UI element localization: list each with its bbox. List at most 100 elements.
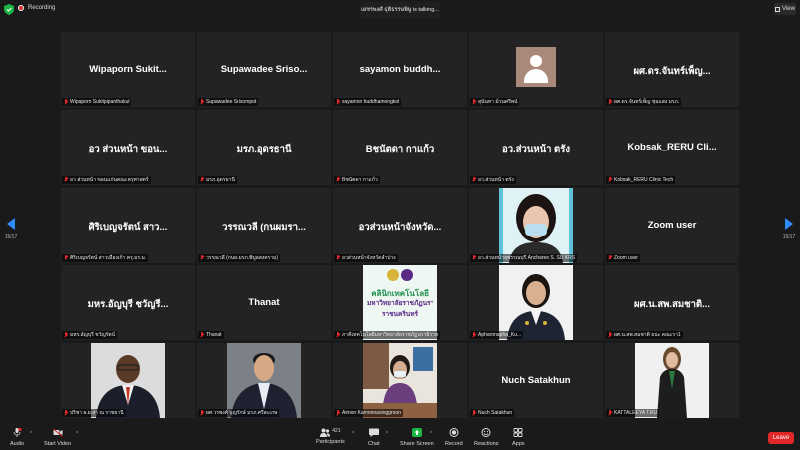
chat-bubble-icon	[368, 428, 379, 437]
participant-name-label: Wipaporn Sukitpipanthakul	[62, 98, 132, 106]
participants-options-caret-icon[interactable]: ^	[352, 431, 354, 437]
mic-muted-icon	[336, 99, 340, 105]
mic-muted-icon	[336, 410, 340, 416]
participant-tile[interactable]: Apharnnapha_Ku...	[469, 265, 603, 341]
mic-muted-icon	[64, 176, 68, 183]
participant-tile[interactable]: ศิริเบญจรัตน์ สาว... ศิริเบญจรัตน์ สาวเมื…	[61, 187, 195, 263]
mic-muted-icon	[608, 410, 612, 416]
participant-display-name: มหร.อัญบุรี ชวัญรี...	[87, 299, 169, 311]
participant-name-label: Thanat	[198, 331, 224, 340]
participant-name-label: ผศ.น.สพ.สมชาติ ธนะ คณะรา1	[606, 331, 683, 340]
participant-display-name: อว ส่วนหน้า ขอน...	[88, 143, 168, 155]
participant-display-name: ผศ.ดร.จันทร์เพ็ญ...	[633, 66, 711, 77]
record-button[interactable]: Record	[445, 428, 463, 447]
audio-button[interactable]: Audio	[10, 427, 24, 447]
participant-display-name: Thanat	[248, 297, 280, 309]
participant-name-text: ผศ.วรพงศ์ บุญรักษ์ มรภ.ศรีสะเกษ	[206, 410, 278, 416]
share-screen-icon	[411, 428, 422, 437]
participant-tile[interactable]: อวส่วนหน้าจังหวัด... อวส่วนหน้าจังหวัดลำป…	[333, 187, 467, 263]
participant-tile[interactable]: Zoom user Zoom user	[605, 187, 739, 263]
participant-display-name: อว.ส่วนหน้า ตรัง	[502, 143, 570, 155]
participant-video	[363, 343, 437, 418]
participant-tile[interactable]: ผศ.ดร.จันทร์เพ็ญ... ผศ.ดร.จันทร์เพ็ญ ชุมแ…	[605, 32, 739, 107]
participant-tile[interactable]: สุนันทา ม้วนศรีพน์	[469, 32, 603, 107]
participant-display-name: ศิริเบญจรัตน์ สาว...	[88, 221, 168, 233]
record-icon	[449, 428, 459, 437]
mic-muted-icon	[608, 176, 612, 183]
participant-tile[interactable]: มหร.อัญบุรี ชวัญรี... มหร.อัญบุรี ชวัญรัต…	[61, 265, 195, 341]
mic-muted-icon	[336, 332, 340, 338]
participant-name-label: Nuch Satakhun	[470, 409, 515, 417]
mic-muted-icon	[200, 410, 204, 416]
chat-options-caret-icon[interactable]: ^	[386, 431, 388, 437]
participant-tile[interactable]: Nuch Satakhun Nuch Satakhun	[469, 343, 603, 418]
participant-display-name: Bชนัตดา กาแก้ว	[365, 143, 435, 155]
mic-muted-icon	[472, 176, 476, 183]
chevron-right-icon	[785, 218, 793, 230]
participant-tile[interactable]: ผศ.วรพงศ์ บุญรักษ์ มรภ.ศรีสะเกษ	[197, 343, 331, 418]
participant-name-text: สุนันทา ม้วนศรีพน์	[478, 99, 518, 105]
participant-name-label: อว.ส่วนหน้า ตรัง	[470, 175, 516, 184]
participant-name-label: Zoom user	[606, 253, 640, 262]
participant-name-text: ภาคีเทคโนโลยีมหาวิทยาลัยราชภัฏนราธิวาส	[342, 332, 438, 339]
participant-tile[interactable]: Bชนัตดา กาแก้ว Bชนัตดา กาแก้ว	[333, 109, 467, 185]
mic-muted-icon	[608, 99, 612, 105]
participant-tile[interactable]: ปริชา ผ.ผ.สา ณ ราชธานี	[61, 343, 195, 418]
apps-button[interactable]: Apps	[512, 428, 525, 447]
participants-count: 421	[332, 428, 341, 434]
participants-button[interactable]: 421 Participants	[316, 428, 345, 445]
share-screen-button[interactable]: Share Screen	[400, 428, 434, 447]
participant-display-name: sayamon buddh...	[359, 64, 441, 75]
participant-name-text: มหร.อัญบุรี ชวัญรัตน์	[70, 332, 115, 339]
record-label: Record	[445, 441, 463, 447]
participant-tile[interactable]: อว.ส่วนหน้า ตรัง อว.ส่วนหน้า ตรัง	[469, 109, 603, 185]
audio-options-caret-icon[interactable]: ^	[30, 431, 32, 437]
participant-tile[interactable]: Kobsak_RERU Cli... Kobsak_RERU Clinic Tec…	[605, 109, 739, 185]
participant-tile[interactable]: วรรณวลี (กนผมรา... วรรณวลี (กนผ.มรภ.พิบูล…	[197, 187, 331, 263]
leave-button[interactable]: Leave	[768, 432, 794, 444]
participant-name-text: ผศ.น.สพ.สมชาติ ธนะ คณะรา1	[614, 332, 681, 339]
video-options-caret-icon[interactable]: ^	[76, 431, 78, 437]
participant-tile[interactable]: Aimon Kamonnasinggroon	[333, 343, 467, 418]
participant-display-name: Nuch Satakhun	[501, 375, 571, 386]
participant-name-label: อว.ส่วนหน้าสุพรรณบุรี Ancharee S. SU KRS	[470, 253, 578, 262]
participant-name-label: ปริชา ผ.ผ.สา ณ ราชธานี	[62, 409, 126, 417]
mic-muted-icon	[336, 176, 340, 183]
participant-name-label: อวส่วนหน้าจังหวัดลำปาง	[334, 253, 398, 262]
start-video-label: Start Video	[44, 441, 72, 447]
participant-tile[interactable]: sayamon buddh... sayamon buddhamongkol	[333, 32, 467, 107]
view-button[interactable]: View	[774, 3, 796, 15]
reactions-button[interactable]: Reactions	[474, 428, 498, 447]
participant-name-label: Kobsak_RERU Clinic Tech	[606, 175, 676, 184]
participant-name-label: ผศ.ดร.จันทร์เพ็ญ ชุมแสง มรภ.	[606, 98, 682, 106]
participant-name-label: ศิริเบญจรัตน์ สาวเมืองเก้า ครุ.มร.ม.	[62, 253, 149, 262]
chevron-left-icon	[7, 218, 15, 230]
participant-tile[interactable]: Thanat Thanat	[197, 265, 331, 341]
participant-name-label: Apharnnapha_Ku...	[470, 331, 524, 340]
participant-tile[interactable]: อว.ส่วนหน้าสุพรรณบุรี Ancharee S. SU KRS	[469, 187, 603, 263]
share-options-caret-icon[interactable]: ^	[430, 431, 432, 437]
participant-tile[interactable]: อว ส่วนหน้า ขอน... อว ส่วนหน้า ขอนแก่นคณะ…	[61, 109, 195, 185]
participant-name-text: อว.ส่วนหน้า ตรัง	[478, 176, 514, 183]
participant-tile[interactable]: คลินิกเทคโนโลยีมหาวิทยาลัยราชภัฏนราธิวาส…	[333, 265, 467, 341]
clinic-logo-video: คลินิกเทคโนโลยีมหาวิทยาลัยราชภัฏนราธิวาส…	[363, 265, 437, 341]
recording-indicator[interactable]: Recording	[18, 5, 55, 11]
clinic-logo-text: มหาวิทยาลัยราชภัฏนราธิวาส	[367, 300, 433, 308]
participant-tile[interactable]: KATTALEEYA T.RU	[605, 343, 739, 418]
participant-tile[interactable]: มรภ.อุดรธานี มรภ.อุดรธานี	[197, 109, 331, 185]
participant-tile[interactable]: ผศ.น.สพ.สมชาติ... ผศ.น.สพ.สมชาติ ธนะ คณะร…	[605, 265, 739, 341]
participant-name-text: ศิริเบญจรัตน์ สาวเมืองเก้า ครุ.มร.ม.	[70, 254, 147, 261]
participant-name-text: Kobsak_RERU Clinic Tech	[614, 176, 674, 183]
participant-tile[interactable]: Wipaporn Sukit... Wipaporn Sukitpipanthak…	[61, 32, 195, 107]
start-video-button[interactable]: Start Video	[44, 428, 71, 447]
chat-button[interactable]: Chat	[368, 428, 380, 447]
mic-muted-icon	[64, 99, 68, 105]
participant-name-label: อว ส่วนหน้า ขอนแก่นคณะครุศาสตร์	[62, 175, 151, 184]
clinic-logo-text: ราชนครินทร์	[381, 311, 419, 319]
previous-page-button[interactable]: 15/17	[0, 218, 22, 240]
participant-display-name: อวส่วนหน้าจังหวัด...	[358, 221, 442, 233]
security-shield-icon[interactable]	[4, 4, 14, 15]
participant-video	[499, 265, 573, 341]
next-page-button[interactable]: 15/17	[778, 218, 800, 240]
participant-tile[interactable]: Supawadee Sriso... Supawadee Srisompot	[197, 32, 331, 107]
